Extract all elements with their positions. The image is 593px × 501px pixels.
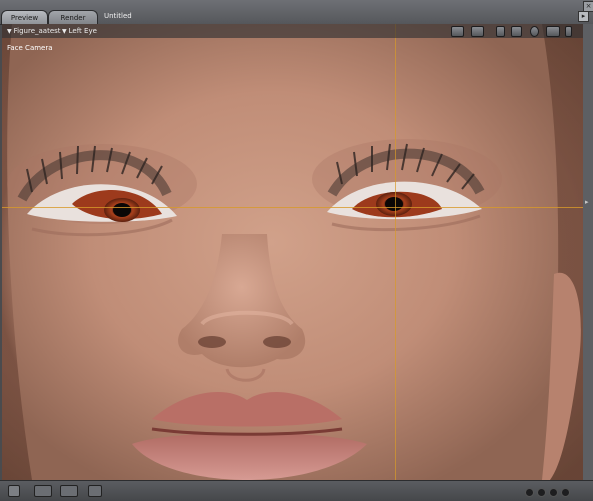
left-nostril [198, 336, 226, 348]
bottom-toolbar [0, 480, 593, 501]
chevron-down-icon: ▼ [7, 28, 12, 35]
preview-icon[interactable] [471, 26, 484, 37]
link-icon[interactable] [88, 485, 102, 497]
viewport-menu-icon[interactable]: ▸ [578, 11, 589, 22]
document-icon[interactable] [8, 485, 20, 497]
chevron-down-icon: ▼ [62, 28, 67, 35]
shading-icon[interactable] [496, 26, 505, 37]
figure-style-icon[interactable] [34, 485, 52, 497]
status-dot-icon[interactable] [561, 488, 570, 497]
sphere-icon[interactable] [530, 26, 539, 37]
document-title: Untitled [104, 12, 132, 20]
status-dot-icon[interactable] [525, 488, 534, 497]
vertical-guide-line [395, 24, 396, 480]
status-dot-icon[interactable] [537, 488, 546, 497]
render-icon[interactable] [451, 26, 464, 37]
horizontal-guide-line [2, 207, 583, 208]
tab-preview[interactable]: Preview [1, 10, 48, 25]
move-icon[interactable] [546, 26, 560, 37]
figure-selector-label: Figure_aatest [13, 27, 61, 35]
face-render[interactable] [2, 24, 583, 480]
part-selector[interactable]: ▼ Left Eye [62, 26, 97, 37]
preview-viewport[interactable]: ▼ Figure_aatest ▼ Left Eye Face Camera [2, 24, 583, 480]
element-style-icon[interactable] [60, 485, 78, 497]
camera-label: Face Camera [7, 44, 53, 52]
chevron-right-icon[interactable]: ▸ [585, 198, 589, 206]
status-dot-icon[interactable] [549, 488, 558, 497]
right-nostril [263, 336, 291, 348]
document-window: Preview Render Untitled × ▸ ▼ Figure_aat… [0, 0, 593, 501]
phone-icon[interactable] [565, 26, 572, 37]
tab-render[interactable]: Render [48, 10, 98, 25]
tab-bar: Preview Render Untitled × ▸ [0, 0, 593, 25]
right-side-panel[interactable]: ▸ [583, 24, 593, 480]
camera-icon[interactable] [511, 26, 522, 37]
part-selector-label: Left Eye [68, 27, 97, 35]
viewport-toolbar: ▼ Figure_aatest ▼ Left Eye [2, 24, 583, 38]
figure-selector[interactable]: ▼ Figure_aatest [7, 26, 61, 37]
